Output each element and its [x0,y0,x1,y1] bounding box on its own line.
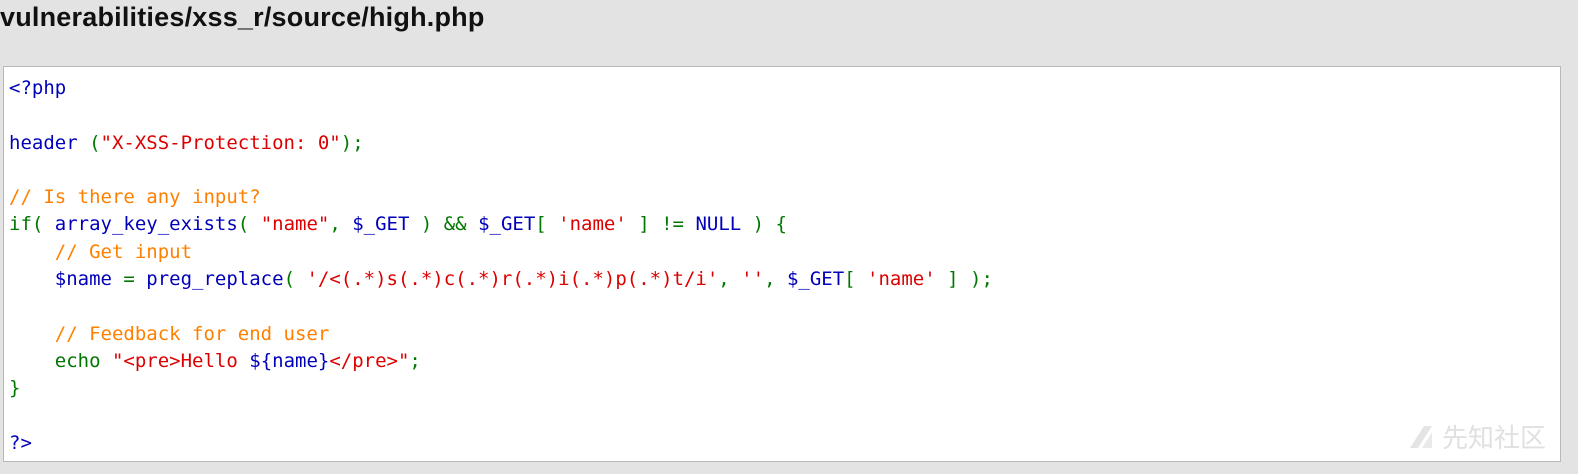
code-token: , [329,213,353,236]
code-line: if( array_key_exists( "name", $_GET ) &&… [9,211,993,238]
code-line: header ("X-XSS-Protection: 0"); [9,130,993,157]
code-token: // Get input [54,240,193,263]
watermark-text: 先知社区 [1441,424,1546,454]
code-line: // Is there any input? [9,184,993,211]
code-token: ] ); [935,268,993,291]
code-token: NULL [695,213,742,236]
code-token: header [9,131,78,154]
code-token: </pre>" [329,349,410,372]
source-code-panel: <?php header ("X-XSS-Protection: 0"); //… [3,66,1561,462]
code-token: = [111,268,147,291]
source-code: <?php header ("X-XSS-Protection: 0"); //… [9,75,993,457]
code-token: if( [9,213,55,236]
code-token: "<pre>Hello [111,349,250,372]
code-token: [ [844,268,868,291]
code-token: , [718,268,742,291]
code-token: preg_replace [146,268,284,291]
code-token: ); [340,131,364,154]
code-token: ) && [409,213,479,236]
code-token: echo [54,349,112,372]
code-line: $name = preg_replace( '/<(.*)s(.*)c(.*)r… [9,266,993,293]
code-line: <?php [9,75,993,102]
code-token: "name" [260,213,330,236]
code-token: 'name' [558,213,627,236]
code-token: ( [237,213,261,236]
code-token: $name [54,268,112,291]
code-line: // Get input [9,239,993,266]
code-token: ] != [626,213,696,236]
code-token: "X-XSS-Protection: 0" [100,131,341,154]
code-token: ( [77,131,101,154]
code-token: ${name} [249,349,330,372]
code-token: ) { [741,213,787,236]
code-line: // Feedback for end user [9,321,993,348]
code-token: $_GET [478,213,536,236]
watermark: 先知社区 [1406,418,1546,455]
code-token: // Feedback for end user [54,322,330,345]
code-token: // Is there any input? [9,186,261,209]
code-token: '' [741,268,765,291]
code-token: } [9,377,21,400]
page-title: vulnerabilities/xss_r/source/high.php [0,2,485,32]
code-line: } [9,375,993,402]
code-token: 'name' [867,268,936,291]
code-token: ; [409,349,421,372]
code-token: array_key_exists [54,213,238,236]
code-token: <?php [9,77,67,99]
source-viewer-page: vulnerabilities/xss_r/source/high.php <?… [0,0,1578,474]
code-token: [ [535,213,559,236]
code-token: , [764,268,787,291]
code-line: echo "<pre>Hello ${name}</pre>"; [9,348,993,375]
code-token: '/<(.*)s(.*)c(.*)r(.*)i(.*)p(.*)t/i' [306,268,719,291]
code-token: ?> [9,431,32,454]
code-token: ( [283,268,307,291]
code-line: ?> [9,430,993,457]
code-token: $_GET [352,213,410,236]
xianzhi-logo-icon [1409,425,1432,448]
code-token: $_GET [786,268,845,291]
